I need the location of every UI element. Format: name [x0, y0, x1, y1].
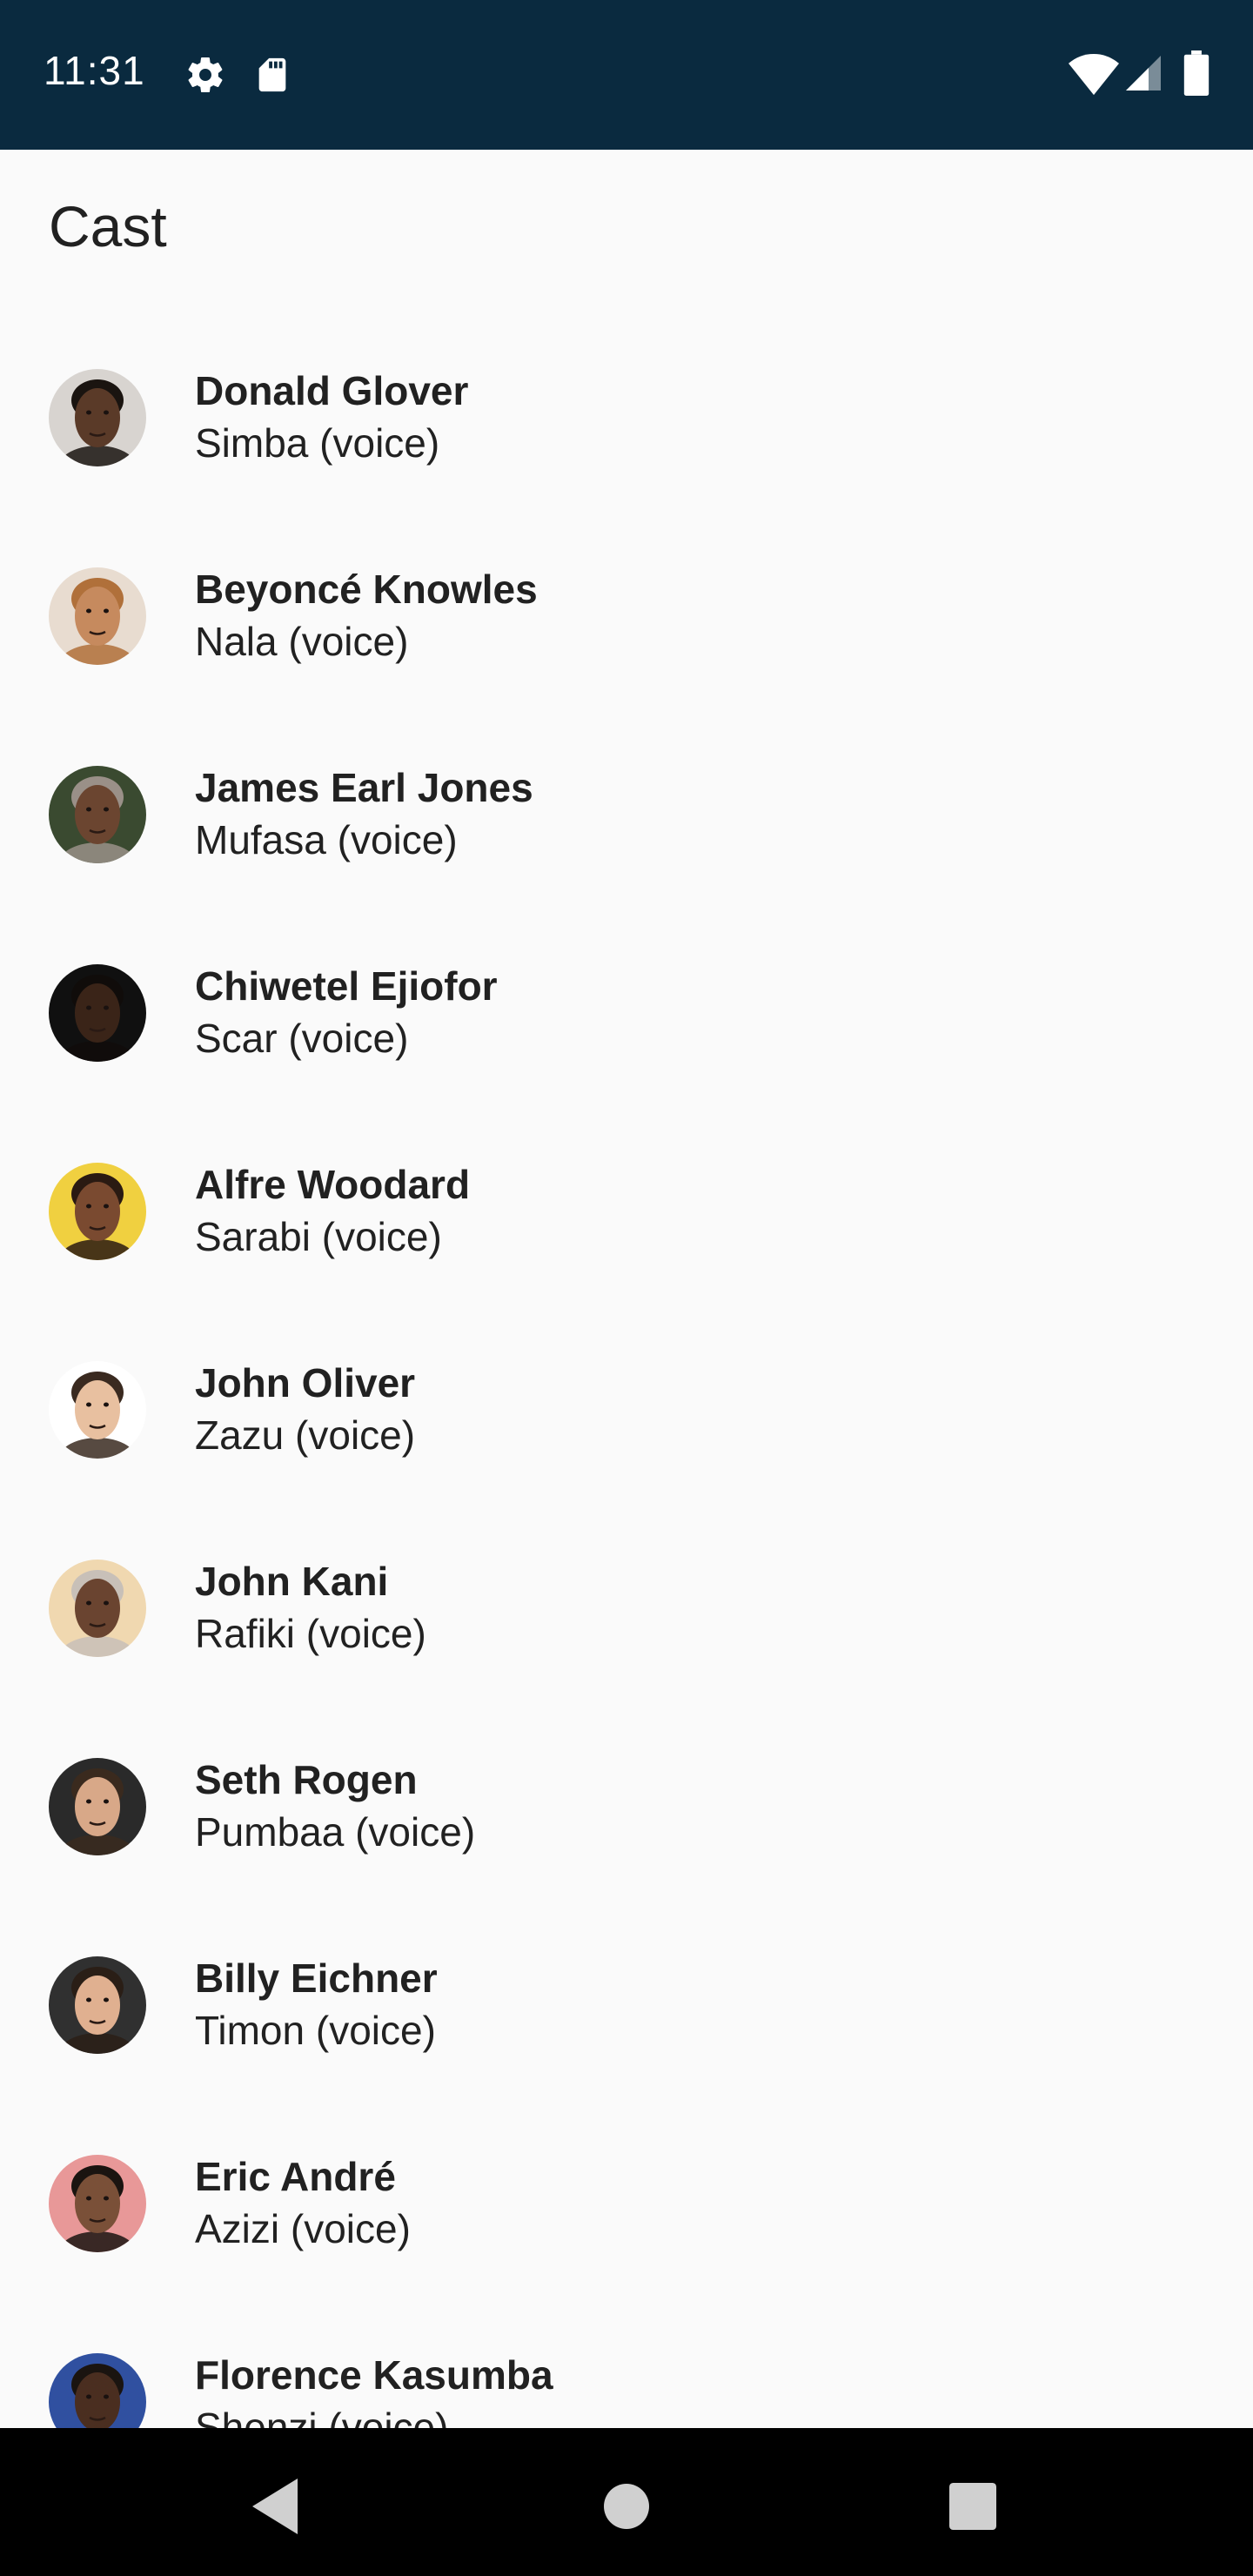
- cast-list-item[interactable]: James Earl Jones Mufasa (voice): [0, 715, 1253, 914]
- cast-list-item[interactable]: Florence Kasumba Shenzi (voice): [0, 2303, 1253, 2428]
- cast-role: Sarabi (voice): [195, 1214, 442, 1259]
- cast-name: Beyoncé Knowles: [195, 567, 538, 612]
- battery-icon: [1183, 50, 1209, 99]
- page-title: Cast: [49, 194, 167, 258]
- cast-role: Nala (voice): [195, 619, 409, 664]
- cast-list-item[interactable]: Billy Eichner Timon (voice): [0, 1906, 1253, 2104]
- cast-role: Zazu (voice): [195, 1412, 416, 1458]
- cast-role: Timon (voice): [195, 2008, 436, 2053]
- avatar: [49, 766, 146, 863]
- avatar: [49, 567, 146, 665]
- cast-name: Donald Glover: [195, 368, 469, 413]
- cast-name: Florence Kasumba: [195, 2352, 553, 2398]
- cast-name: John Oliver: [195, 1360, 416, 1405]
- cast-name: Alfre Woodard: [195, 1162, 471, 1207]
- avatar: [49, 1361, 146, 1459]
- signal-icon: [1122, 52, 1164, 97]
- cast-name: Eric André: [195, 2154, 396, 2199]
- back-icon[interactable]: [233, 2463, 320, 2550]
- avatar: [49, 2155, 146, 2252]
- avatar: [49, 2353, 146, 2428]
- cast-name: James Earl Jones: [195, 765, 533, 810]
- cast-list-item[interactable]: Seth Rogen Pumbaa (voice): [0, 1707, 1253, 1906]
- cast-list[interactable]: Donald Glover Simba (voice) Beyoncé Knowle…: [0, 319, 1253, 2428]
- avatar: [49, 964, 146, 1062]
- cast-name: Billy Eichner: [195, 1955, 438, 2001]
- wifi-icon: [1069, 52, 1119, 99]
- cast-role: Azizi (voice): [195, 2206, 411, 2251]
- cast-list-item[interactable]: John Oliver Zazu (voice): [0, 1311, 1253, 1509]
- avatar: [49, 1758, 146, 1855]
- avatar: [49, 1956, 146, 2054]
- home-icon[interactable]: [583, 2463, 670, 2550]
- cast-role: Scar (voice): [195, 1016, 409, 1061]
- cast-name: John Kani: [195, 1559, 389, 1604]
- cast-list-item[interactable]: John Kani Rafiki (voice): [0, 1509, 1253, 1707]
- cast-list-item[interactable]: Beyoncé Knowles Nala (voice): [0, 517, 1253, 715]
- cast-list-item[interactable]: Chiwetel Ejiofor Scar (voice): [0, 914, 1253, 1112]
- cast-name: Seth Rogen: [195, 1757, 418, 1802]
- status-bar: 11:31: [0, 0, 1253, 150]
- cast-list-item[interactable]: Donald Glover Simba (voice): [0, 319, 1253, 517]
- cast-list-item[interactable]: Eric André Azizi (voice): [0, 2104, 1253, 2303]
- gear-icon: [184, 54, 226, 99]
- cast-role: Mufasa (voice): [195, 817, 458, 862]
- cast-name: Chiwetel Ejiofor: [195, 963, 498, 1009]
- cast-role: Shenzi (voice): [195, 2405, 449, 2428]
- cast-role: Simba (voice): [195, 420, 440, 466]
- recents-icon[interactable]: [929, 2463, 1016, 2550]
- sd-card-icon: [252, 54, 292, 99]
- cast-list-item[interactable]: Alfre Woodard Sarabi (voice): [0, 1112, 1253, 1311]
- avatar: [49, 1163, 146, 1260]
- avatar: [49, 369, 146, 466]
- status-time: 11:31: [44, 48, 145, 93]
- cast-role: Pumbaa (voice): [195, 1809, 476, 1855]
- navigation-bar: [0, 2428, 1253, 2576]
- cast-role: Rafiki (voice): [195, 1611, 426, 1656]
- avatar: [49, 1560, 146, 1657]
